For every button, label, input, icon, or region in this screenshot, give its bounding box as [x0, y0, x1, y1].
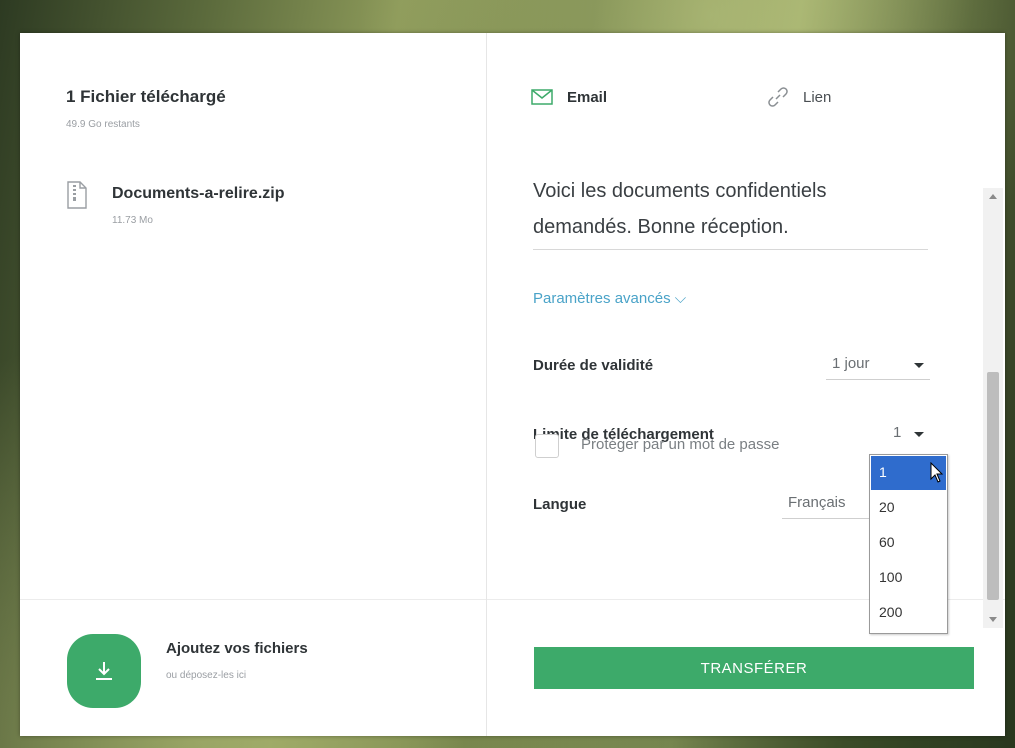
- validity-value: 1 jour: [832, 355, 870, 372]
- chevron-down-icon: [914, 432, 924, 437]
- mouse-cursor-icon: [930, 462, 944, 483]
- dropzone-subtitle: ou déposez-les ici: [166, 670, 247, 681]
- message-field[interactable]: Voici les documents confidentiels demand…: [533, 173, 928, 250]
- envelope-icon: [531, 89, 553, 105]
- tab-email-label: Email: [567, 88, 608, 106]
- dropdown-option[interactable]: 200: [871, 596, 946, 630]
- zip-file-icon: [67, 181, 87, 209]
- file-name: Documents-a-relire.zip: [112, 185, 285, 202]
- tab-email[interactable]: Email: [531, 83, 607, 111]
- link-icon: [768, 87, 788, 107]
- dropdown-option[interactable]: 60: [871, 526, 946, 560]
- scroll-thumb[interactable]: [987, 372, 999, 600]
- download-limit-select[interactable]: 1: [887, 420, 930, 448]
- transfer-window: 1 Fichier téléchargé 49.9 Go restants Do…: [20, 33, 1005, 736]
- scroll-up-icon[interactable]: [989, 194, 997, 199]
- tab-link-label: Lien: [803, 88, 832, 106]
- file-list-item[interactable]: Documents-a-relire.zip 11.73 Mo: [66, 181, 446, 231]
- password-checkbox[interactable]: [535, 434, 559, 458]
- dropzone[interactable]: Ajoutez vos fichiers ou déposez-les ici: [20, 599, 486, 737]
- dropzone-title: Ajoutez vos fichiers: [166, 640, 308, 657]
- files-panel: 1 Fichier téléchargé 49.9 Go restants Do…: [20, 33, 487, 736]
- language-label: Langue: [533, 496, 587, 513]
- download-icon: [96, 662, 112, 680]
- file-size: 11.73 Mo: [112, 215, 153, 226]
- scroll-down-icon[interactable]: [989, 617, 997, 622]
- chevron-down-icon: [914, 363, 924, 368]
- dropdown-option[interactable]: 100: [871, 561, 946, 595]
- password-checkbox-label[interactable]: Protéger par un mot de passe: [581, 436, 779, 453]
- dropdown-option[interactable]: 20: [871, 491, 946, 525]
- upload-title: 1 Fichier téléchargé: [66, 87, 226, 106]
- add-files-button[interactable]: [67, 634, 141, 708]
- transfer-button[interactable]: TRANSFÉRER: [534, 647, 974, 689]
- validity-select[interactable]: 1 jour: [826, 351, 930, 380]
- form-scrollbar[interactable]: [983, 188, 1003, 628]
- advanced-settings-toggle[interactable]: Paramètres avancés ⌵: [533, 290, 686, 307]
- remaining-storage: 49.9 Go restants: [66, 119, 140, 130]
- download-limit-value: 1: [893, 424, 902, 441]
- language-value: Français: [788, 494, 846, 511]
- validity-label: Durée de validité: [533, 357, 654, 374]
- tab-link[interactable]: Lien: [767, 83, 831, 111]
